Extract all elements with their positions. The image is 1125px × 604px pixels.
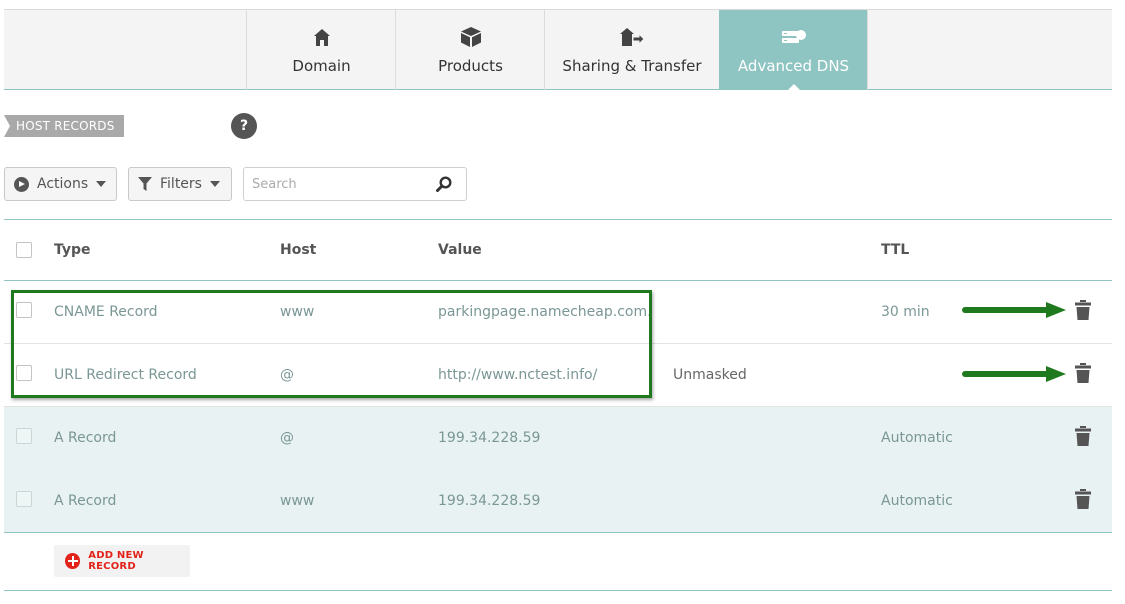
record-host: @ <box>280 430 294 446</box>
add-new-record-button[interactable]: ADD NEW RECORD <box>54 545 190 577</box>
record-ttl: Automatic <box>881 493 953 509</box>
tab-domain-label: Domain <box>292 57 351 75</box>
trash-icon[interactable] <box>1075 489 1091 513</box>
trash-icon[interactable] <box>1075 363 1091 387</box>
tab-sharing-transfer[interactable]: Sharing & Transfer <box>544 10 719 90</box>
trash-icon[interactable] <box>1075 426 1091 450</box>
help-icon[interactable]: ? <box>231 113 257 139</box>
record-value: 199.34.228.59 <box>438 430 541 446</box>
column-header-type: Type <box>54 242 91 258</box>
row-checkbox[interactable] <box>16 302 32 318</box>
record-ttl: Automatic <box>881 430 953 446</box>
house-transfer-icon <box>620 26 644 48</box>
record-host: www <box>280 493 315 509</box>
record-type: A Record <box>54 493 117 509</box>
actions-dropdown-button[interactable]: Actions <box>4 167 117 201</box>
home-icon <box>313 26 330 48</box>
select-all-checkbox[interactable] <box>16 242 32 258</box>
column-header-host: Host <box>280 242 317 258</box>
column-header-ttl: TTL <box>881 242 910 258</box>
tab-divider <box>867 10 868 90</box>
green-arrow-icon <box>962 366 1066 382</box>
filters-label: Filters <box>160 176 202 192</box>
table-row: URL Redirect Record @ http://www.nctest.… <box>4 344 1112 407</box>
filter-icon <box>138 177 152 191</box>
tab-products[interactable]: Products <box>395 10 545 90</box>
tab-sharing-transfer-label: Sharing & Transfer <box>562 57 702 75</box>
section-title-host-records: HOST RECORDS <box>4 115 124 137</box>
green-arrow-icon <box>962 302 1066 318</box>
play-circle-icon <box>14 176 29 192</box>
search-box <box>243 167 467 201</box>
record-ttl: 30 min <box>881 304 930 320</box>
dns-server-icon <box>781 26 806 48</box>
section-divider <box>4 590 1112 591</box>
tab-domain[interactable]: Domain <box>246 10 396 90</box>
tab-products-label: Products <box>438 57 503 75</box>
table-row: A Record @ 199.34.228.59 Automatic <box>4 407 1112 470</box>
filters-dropdown-button[interactable]: Filters <box>128 167 232 201</box>
record-type: URL Redirect Record <box>54 367 197 383</box>
record-host: www <box>280 304 315 320</box>
box-icon <box>460 26 481 48</box>
row-checkbox[interactable] <box>16 491 32 507</box>
row-checkbox[interactable] <box>16 428 32 444</box>
plus-circle-icon <box>65 553 81 569</box>
table-divider <box>4 532 1112 533</box>
record-type: CNAME Record <box>54 304 158 320</box>
search-input[interactable] <box>244 168 424 200</box>
tab-advanced-dns-label: Advanced DNS <box>737 57 850 75</box>
add-new-record-label: ADD NEW RECORD <box>88 550 144 572</box>
caret-down-icon <box>96 181 107 187</box>
record-value: http://www.nctest.info/ <box>438 367 598 383</box>
actions-label: Actions <box>37 176 89 192</box>
tab-bar: Domain Products Sharing & Transfer Advan… <box>4 9 1112 91</box>
trash-icon[interactable] <box>1075 300 1091 324</box>
tab-advanced-dns[interactable]: Advanced DNS <box>719 10 868 91</box>
record-type: A Record <box>54 430 117 446</box>
table-row: CNAME Record www parkingpage.namecheap.c… <box>4 281 1112 344</box>
column-header-value: Value <box>438 242 482 258</box>
record-value: 199.34.228.59 <box>438 493 541 509</box>
table-header: Type Host Value TTL <box>4 219 1112 281</box>
row-checkbox[interactable] <box>16 365 32 381</box>
table-row: A Record www 199.34.228.59 Automatic <box>4 470 1112 532</box>
record-value: parkingpage.namecheap.com. <box>438 304 652 320</box>
caret-down-icon <box>209 181 220 187</box>
search-icon[interactable] <box>436 176 452 196</box>
redirect-mode: Unmasked <box>673 367 747 383</box>
record-host: @ <box>280 367 294 383</box>
